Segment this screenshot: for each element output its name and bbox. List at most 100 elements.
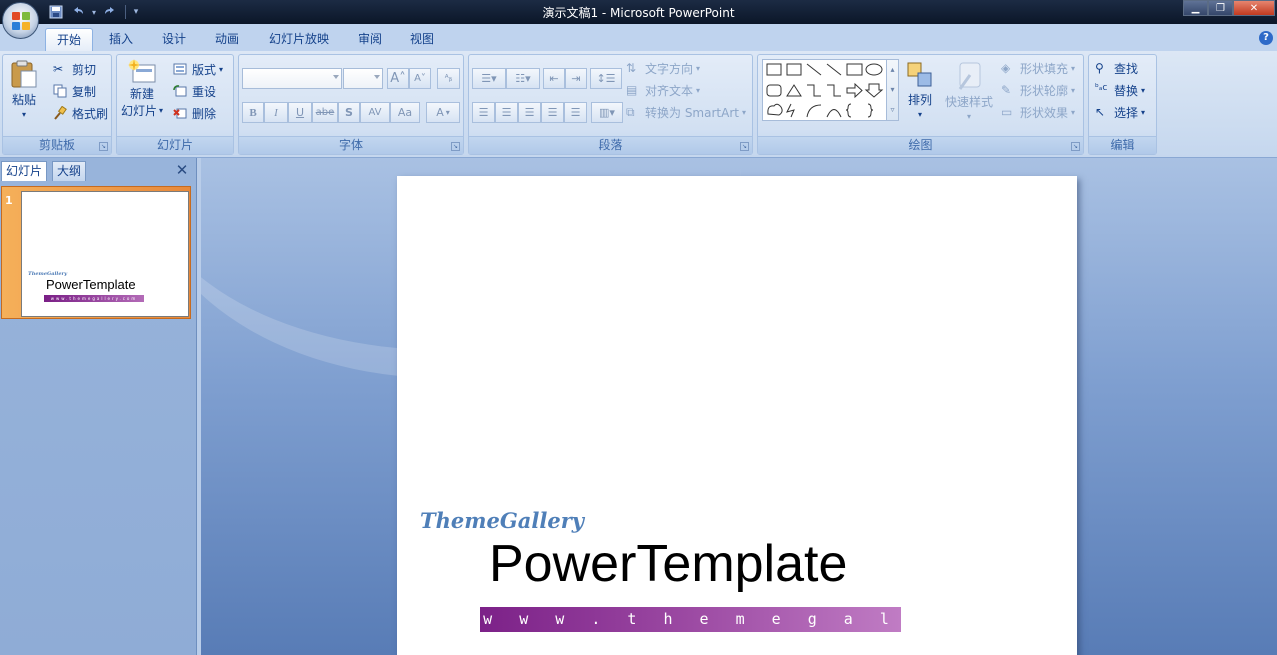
- copy-icon: [53, 84, 69, 100]
- clipboard-group-label: 剪贴板: [3, 136, 111, 154]
- font-dialog-launcher-icon[interactable]: ↘: [451, 142, 460, 151]
- tab-view[interactable]: 视图: [399, 28, 445, 51]
- char-spacing-button[interactable]: AV: [360, 102, 390, 123]
- increase-indent-button[interactable]: ⇥: [565, 68, 587, 89]
- window-title: 演示文稿1 - Microsoft PowerPoint: [542, 6, 735, 20]
- align-center-button[interactable]: ☰: [495, 102, 518, 123]
- paste-button[interactable]: 粘贴 ▾: [9, 59, 39, 119]
- tab-design[interactable]: 设计: [151, 28, 197, 51]
- slide-editing-area: ThemeGallery PowerTemplate w w w . t h e…: [201, 158, 1277, 655]
- font-color-glyph: A: [436, 106, 444, 119]
- paragraph-group-label: 段落: [469, 136, 752, 154]
- paste-icon: [11, 60, 37, 88]
- find-button[interactable]: ⚲ 查找: [1095, 60, 1138, 77]
- text-direction-button[interactable]: ⇅ 文字方向 ▾: [626, 60, 700, 77]
- editing-group-label: 编辑: [1089, 136, 1156, 154]
- underline-button[interactable]: U: [288, 102, 312, 123]
- restore-button[interactable]: ❐: [1208, 0, 1233, 16]
- chevron-down-icon: ▾: [1071, 108, 1076, 117]
- office-button[interactable]: [2, 2, 39, 39]
- cut-button[interactable]: ✂ 剪切: [53, 61, 96, 78]
- shapes-gallery-scroll[interactable]: ▴ ▾ ▿: [886, 59, 899, 121]
- shrink-font-button[interactable]: A ˅: [409, 68, 431, 89]
- help-icon[interactable]: ?: [1259, 31, 1273, 45]
- tab-slides[interactable]: 幻灯片: [1, 161, 48, 181]
- font-color-button[interactable]: A ▾: [426, 102, 460, 123]
- slide-title[interactable]: PowerTemplate: [489, 534, 847, 594]
- slide-canvas[interactable]: ThemeGallery PowerTemplate w w w . t h e…: [397, 176, 1077, 655]
- convert-smartart-label: 转换为 SmartArt: [645, 106, 739, 120]
- shape-fill-label: 形状填充: [1020, 62, 1069, 76]
- format-painter-button[interactable]: 格式刷: [53, 105, 108, 122]
- tab-outline[interactable]: 大纲: [52, 161, 87, 181]
- change-case-button[interactable]: Aa: [390, 102, 420, 123]
- bold-button[interactable]: B: [242, 102, 264, 123]
- bullets-button[interactable]: ☰▾: [472, 68, 506, 89]
- font-name-combo[interactable]: [242, 68, 342, 89]
- italic-button[interactable]: I: [264, 102, 288, 123]
- select-button[interactable]: ↖ 选择 ▾: [1095, 104, 1145, 121]
- grow-font-button[interactable]: A ˄: [387, 68, 409, 89]
- new-slide-label-2: 幻灯片: [121, 104, 158, 118]
- quick-styles-button[interactable]: 快速样式 ▾: [945, 61, 993, 121]
- tab-animations[interactable]: 动画: [204, 28, 250, 51]
- alignment-buttons: ☰ ☰ ☰ ☰ ☰: [472, 102, 587, 123]
- indent-buttons: ⇤ ⇥: [543, 68, 587, 89]
- cut-label: 剪切: [72, 63, 97, 77]
- decrease-indent-button[interactable]: ⇤: [543, 68, 565, 89]
- align-text-button[interactable]: ▤ 对齐文本 ▾: [626, 82, 700, 99]
- line-spacing-button[interactable]: ↕☰: [590, 68, 622, 89]
- numbering-button[interactable]: ☷▾: [506, 68, 540, 89]
- layout-button[interactable]: 版式 ▾: [173, 61, 223, 78]
- arrow-line-shape-icon: [826, 63, 842, 76]
- replace-button[interactable]: ᵇₐc 替换 ▾: [1095, 82, 1145, 99]
- align-left-button[interactable]: ☰: [472, 102, 495, 123]
- tab-insert[interactable]: 插入: [98, 28, 144, 51]
- brand-text[interactable]: ThemeGallery: [420, 508, 584, 533]
- convert-smartart-button[interactable]: ⧉ 转换为 SmartArt ▾: [626, 104, 746, 121]
- slides-group-label: 幻灯片: [117, 136, 233, 154]
- shape-outline-button[interactable]: ✎ 形状轮廓 ▾: [1001, 82, 1075, 99]
- shape-effects-label: 形状效果: [1020, 106, 1069, 120]
- lightning-shape-icon: [786, 103, 795, 118]
- align-right-button[interactable]: ☰: [518, 102, 541, 123]
- slide-number: 1: [5, 194, 13, 207]
- drawing-group: ▴ ▾ ▿ 排列 ▾ 快速样式 ▾ ◈ 形状填充 ▾ ✎ 形状轮廓 ▾ ▭ 形状效果…: [757, 54, 1084, 155]
- drawing-dialog-launcher-icon[interactable]: ↘: [1071, 142, 1080, 151]
- shape-effects-icon: ▭: [1001, 104, 1013, 119]
- font-size-buttons: A ˄ A ˅: [387, 68, 431, 89]
- rounded-rect-shape-icon: [766, 84, 782, 97]
- chevron-down-icon: ▾: [1071, 64, 1076, 73]
- shape-fill-button[interactable]: ◈ 形状填充 ▾: [1001, 60, 1075, 77]
- arrange-button[interactable]: 排列 ▾: [906, 61, 934, 119]
- scissors-icon: ✂: [53, 61, 64, 76]
- font-group: A ˄ A ˅ ᴬᵦ B I U abe S AV Aa A ▾ 字体 ↘: [238, 54, 464, 155]
- slide-thumbnail[interactable]: ThemeGallery PowerTemplate www.themegall…: [21, 191, 189, 317]
- clear-formatting-button[interactable]: ᴬᵦ: [437, 68, 460, 89]
- paragraph-dialog-launcher-icon[interactable]: ↘: [740, 142, 749, 151]
- clipboard-dialog-launcher-icon[interactable]: ↘: [99, 142, 108, 151]
- delete-slide-button[interactable]: 删除: [173, 105, 216, 122]
- copy-button[interactable]: 复制: [53, 83, 96, 100]
- distributed-button[interactable]: ☰: [564, 102, 587, 123]
- close-button[interactable]: ✕: [1233, 0, 1275, 16]
- text-direction-label: 文字方向: [645, 62, 694, 76]
- new-slide-button[interactable]: 新建 幻灯片 ▾: [121, 59, 163, 119]
- shadow-button[interactable]: S: [338, 102, 360, 123]
- tab-review[interactable]: 审阅: [347, 28, 393, 51]
- reset-button[interactable]: 重设: [173, 83, 216, 100]
- delete-slide-label: 删除: [192, 107, 217, 121]
- slide-thumbnail-selected[interactable]: 1 ThemeGallery PowerTemplate www.themega…: [1, 186, 191, 319]
- url-banner[interactable]: w w w . t h e m e g a l l e r y . c o m: [480, 607, 901, 653]
- tab-slideshow[interactable]: 幻灯片放映: [258, 28, 340, 51]
- close-pane-icon[interactable]: ✕: [174, 162, 190, 178]
- shapes-gallery[interactable]: [762, 59, 890, 121]
- justify-button[interactable]: ☰: [541, 102, 564, 123]
- minimize-button[interactable]: ▁: [1183, 0, 1208, 16]
- tab-home[interactable]: 开始: [45, 28, 94, 51]
- chevron-down-icon: [374, 75, 380, 79]
- strikethrough-button[interactable]: abe: [312, 102, 338, 123]
- font-size-combo[interactable]: [343, 68, 383, 89]
- shape-effects-button[interactable]: ▭ 形状效果 ▾: [1001, 104, 1075, 121]
- columns-button[interactable]: ▥▾: [591, 102, 623, 123]
